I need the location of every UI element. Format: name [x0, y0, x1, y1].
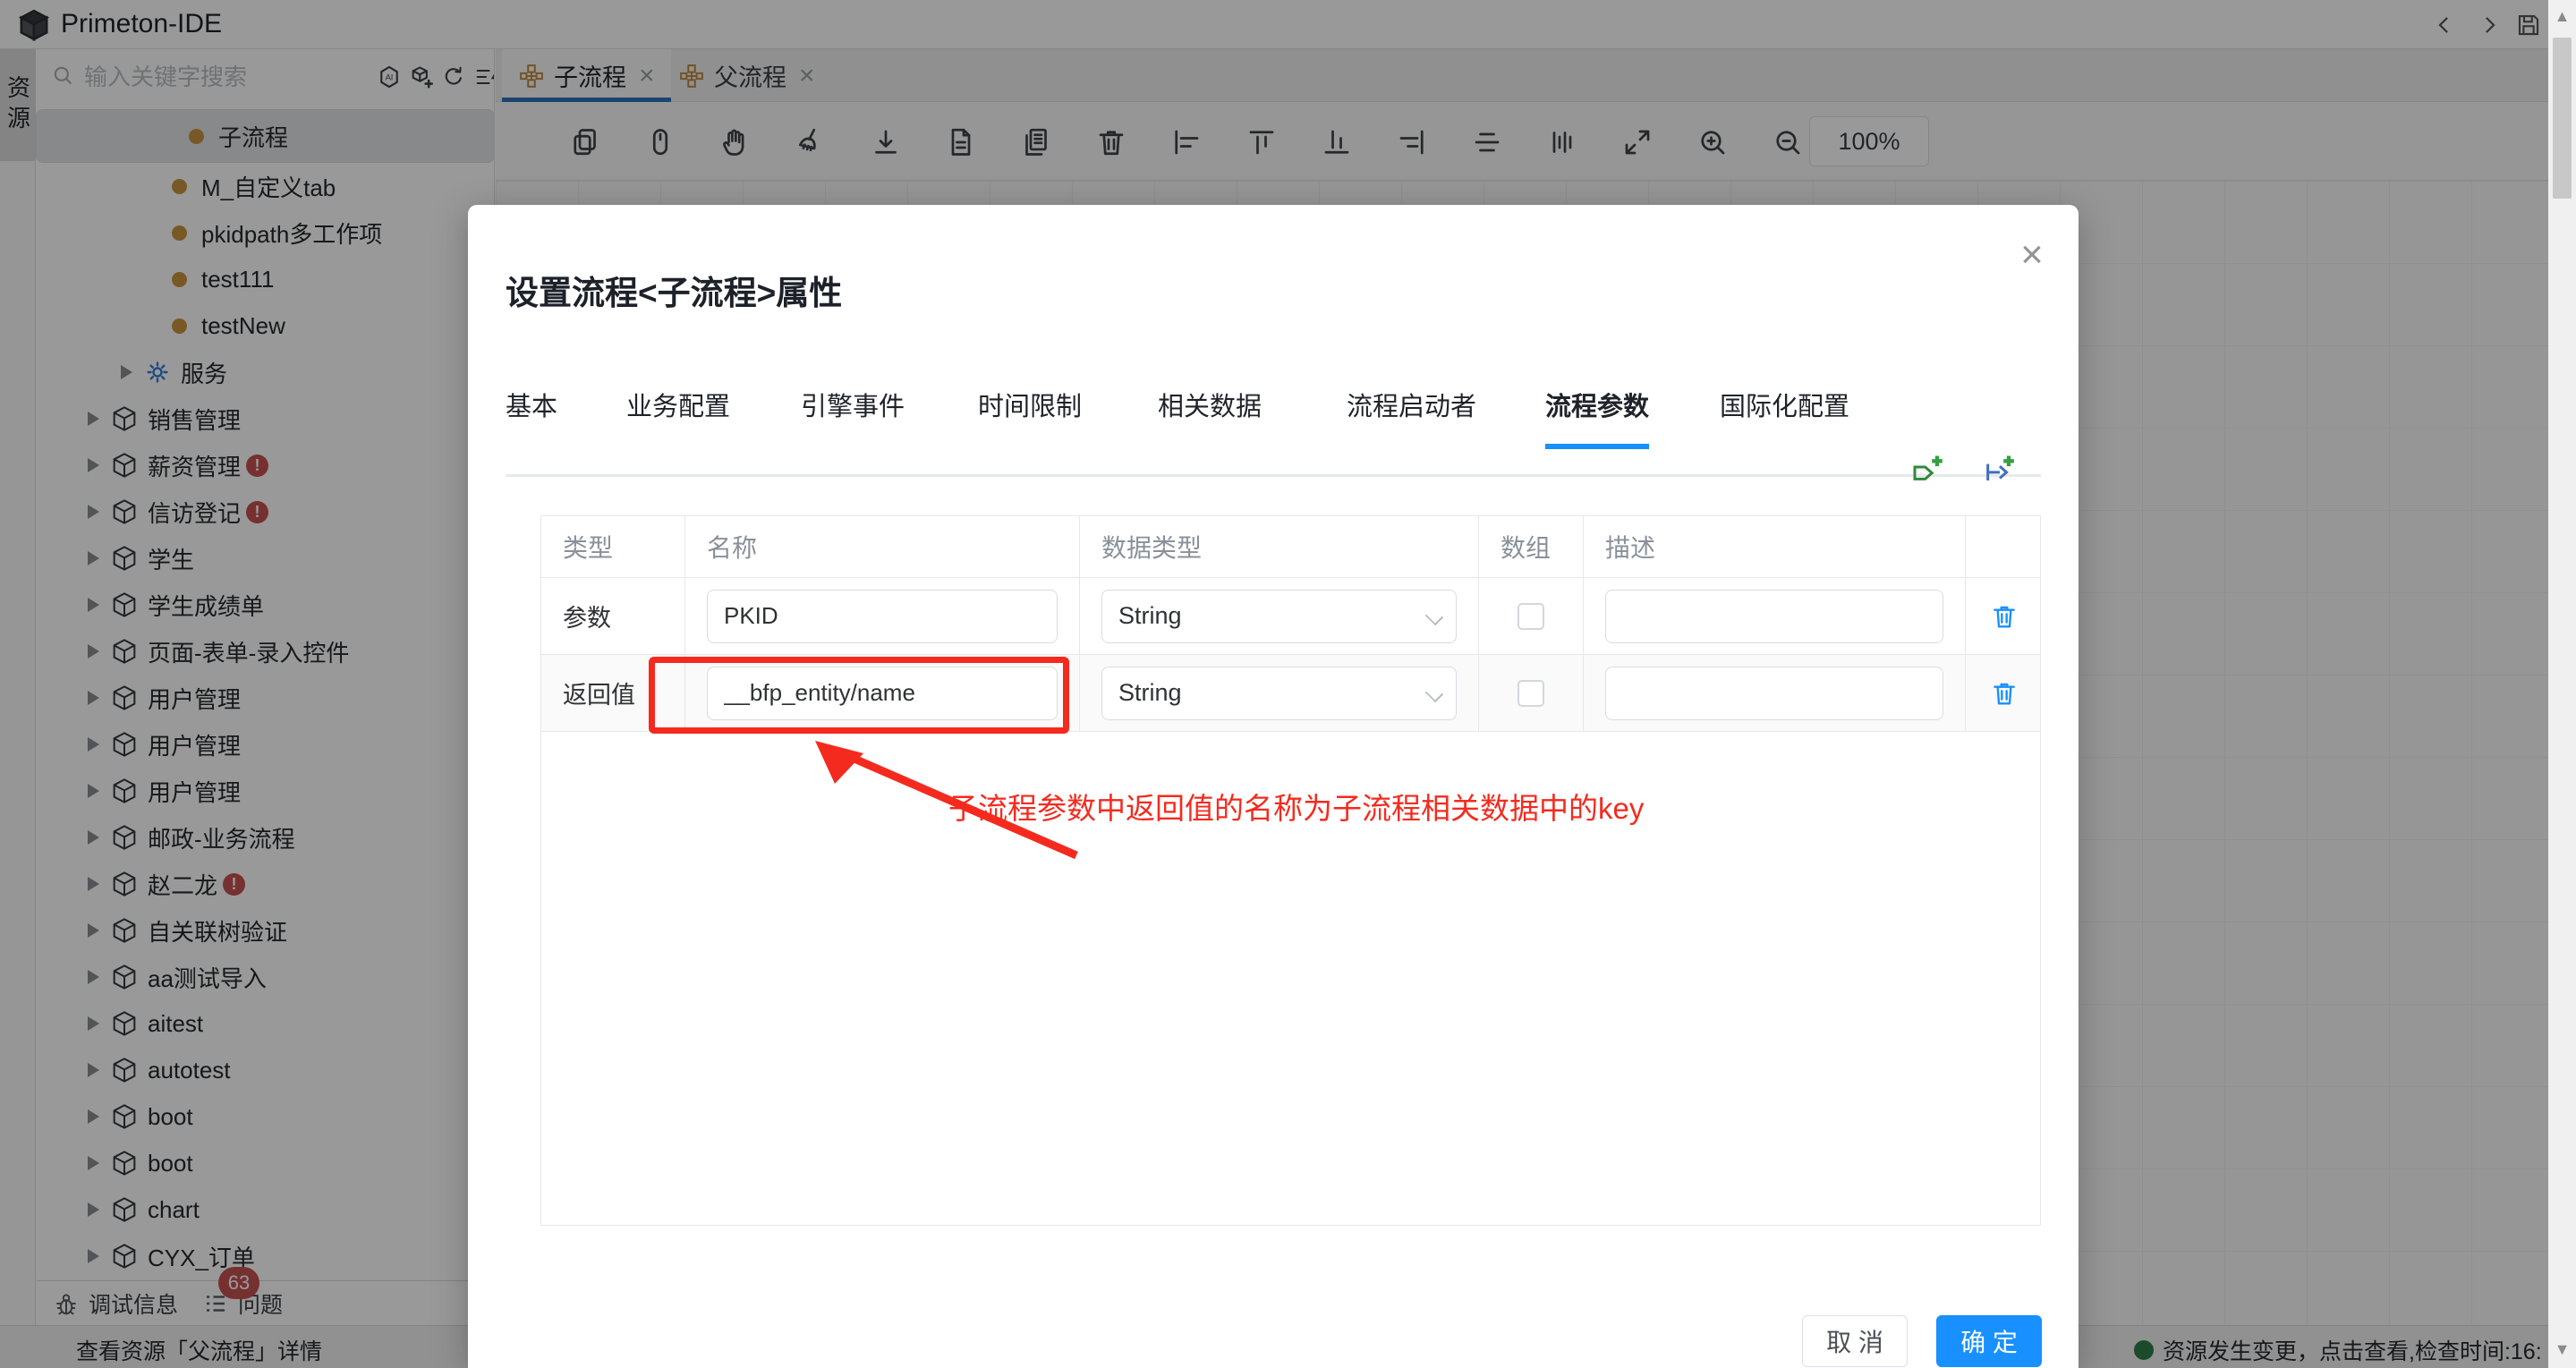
dialog-title: 设置流程<子流程>属性	[506, 266, 842, 314]
add-return-value-icon	[1982, 454, 2018, 489]
chevron-down-icon	[1425, 607, 1443, 625]
scroll-down-icon[interactable]: ▼	[2548, 1340, 2576, 1359]
dialog-tab-流程启动者[interactable]: 流程启动者	[1347, 386, 1476, 446]
data-type-select[interactable]: String	[1101, 590, 1457, 643]
description-input[interactable]	[1605, 667, 1943, 720]
cancel-button[interactable]: 取 消	[1802, 1315, 1908, 1367]
dialog-tab-引擎事件[interactable]: 引擎事件	[801, 386, 905, 446]
dialog-tab-相关数据[interactable]: 相关数据	[1158, 386, 1262, 446]
actions-cell	[1966, 655, 2042, 731]
column-header-描述: 描述	[1584, 516, 1966, 577]
array-cell	[1479, 578, 1584, 654]
dialog-tabbar: 基本 业务配置 引擎事件 时间限制 相关数据 流程启动者 流程参数 国际化配置	[506, 368, 2041, 477]
trash-icon	[1990, 602, 2019, 631]
confirm-button[interactable]: 确 定	[1936, 1315, 2042, 1367]
actions-cell	[1966, 578, 2042, 654]
data-type-value: String	[1118, 602, 1182, 630]
array-checkbox[interactable]	[1518, 680, 1544, 707]
description-cell	[1584, 655, 1966, 731]
param-type-label: 返回值	[541, 655, 685, 731]
window-scrollbar[interactable]: ▲ ▼	[2548, 0, 2576, 1368]
column-header-数据类型: 数据类型	[1080, 516, 1479, 577]
table-row-参数: 参数 String	[541, 578, 2040, 655]
close-icon[interactable]: ×	[2009, 232, 2055, 278]
param-name-input[interactable]	[707, 590, 1058, 643]
column-header-名称: 名称	[685, 516, 1080, 577]
dialog-tab-基本[interactable]: 基本	[506, 386, 557, 446]
parameters-table: 类型名称数据类型数组描述参数String返回值String	[540, 515, 2041, 1226]
scrollbar-thumb[interactable]	[2553, 38, 2572, 199]
delete-row-button[interactable]	[1986, 676, 2022, 711]
data-type-cell: String	[1080, 578, 1479, 654]
dialog-tab-业务配置[interactable]: 业务配置	[626, 386, 730, 446]
param-type-label: 参数	[541, 578, 685, 654]
add-parameter-icon	[1910, 454, 1946, 489]
description-cell	[1584, 578, 1966, 654]
scroll-up-icon[interactable]: ▲	[2548, 7, 2576, 26]
add-parameter-button[interactable]	[1910, 454, 1946, 489]
param-name-input[interactable]	[707, 667, 1058, 720]
table-row-返回值: 返回值 String	[541, 655, 2040, 732]
process-properties-dialog: 设置流程<子流程>属性 × 基本 业务配置 引擎事件 时间限制 相关数据 流程启动者 流程参…	[468, 205, 2079, 1368]
delete-row-button[interactable]	[1986, 599, 2022, 634]
array-checkbox[interactable]	[1518, 603, 1544, 630]
column-header-类型: 类型	[541, 516, 685, 577]
column-header-actions	[1966, 516, 2042, 577]
data-type-value: String	[1118, 679, 1182, 707]
name-cell	[685, 655, 1080, 731]
dialog-tab-流程参数[interactable]: 流程参数	[1545, 386, 1649, 446]
annotation-text: 子流程参数中返回值的名称为子流程相关数据中的key	[948, 785, 1644, 828]
chevron-down-icon	[1425, 684, 1443, 701]
column-header-数组: 数组	[1479, 516, 1584, 577]
dialog-tab-国际化配置[interactable]: 国际化配置	[1720, 386, 1849, 446]
dialog-tab-时间限制[interactable]: 时间限制	[978, 386, 1082, 446]
array-cell	[1479, 655, 1584, 731]
data-type-select[interactable]: String	[1101, 667, 1457, 720]
trash-icon	[1990, 679, 2019, 708]
data-type-cell: String	[1080, 655, 1479, 731]
table-header-row: 类型名称数据类型数组描述	[541, 516, 2040, 578]
add-return-value-button[interactable]	[1982, 454, 2018, 489]
application-window: Primeton-IDE 资源 输入关键字搜索 AIEn文 子流程M_自定义ta…	[0, 0, 2576, 1368]
description-input[interactable]	[1605, 590, 1943, 643]
name-cell	[685, 578, 1080, 654]
